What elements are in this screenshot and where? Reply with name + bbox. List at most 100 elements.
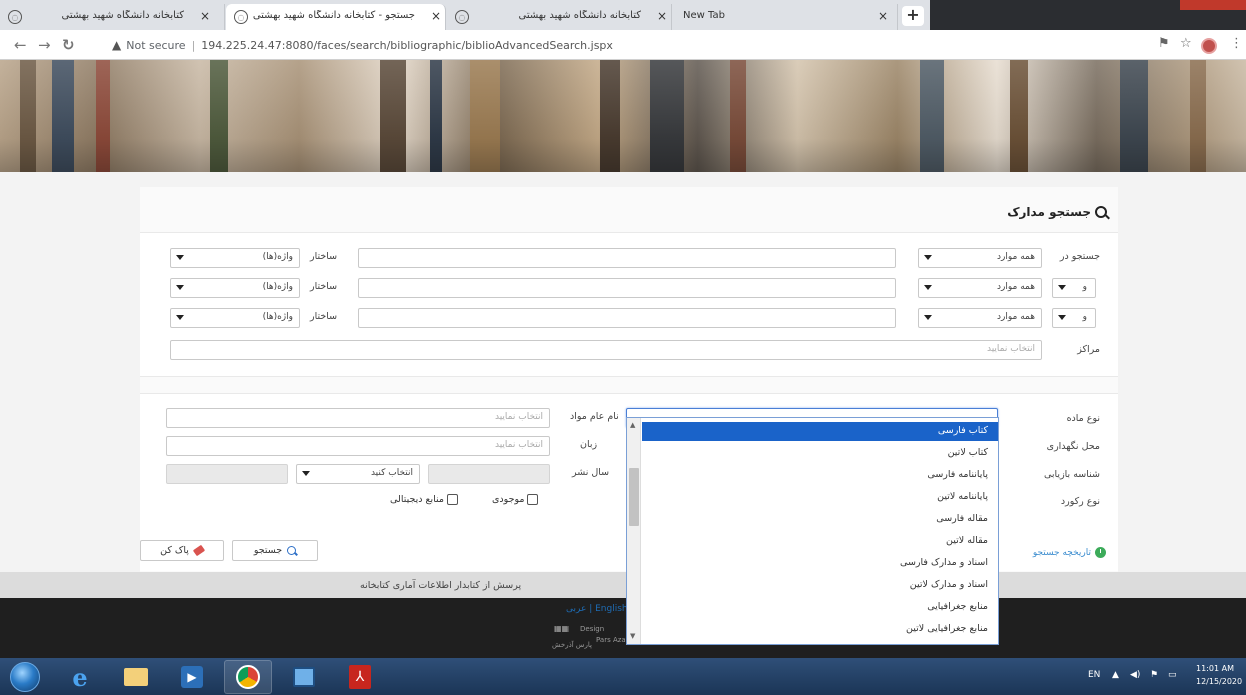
start-button[interactable] [10, 662, 40, 692]
tab-title: جستجو - کتابخانه دانشگاه شهید بهشتی [252, 10, 415, 21]
record-type-label: نوع رکورد [1060, 496, 1100, 507]
clock-time[interactable]: 11:01 AM [1196, 664, 1234, 673]
chrome-taskbar-icon[interactable] [224, 660, 272, 694]
design-credit: Design [580, 625, 605, 633]
dropdown-option[interactable]: اسناد و مدارک فارسی [642, 554, 998, 573]
language-input[interactable]: انتخاب نمایید [166, 436, 550, 456]
window-close-control[interactable] [1180, 0, 1246, 10]
screen-taskbar-icon[interactable] [280, 660, 328, 694]
dropdown-option[interactable]: مقاله لاتین [642, 532, 998, 551]
pub-year-select[interactable]: انتخاب کنید [296, 464, 420, 484]
scroll-up-icon[interactable]: ▲ [630, 421, 635, 429]
profile-avatar[interactable] [1201, 38, 1217, 54]
dropdown-option[interactable]: منابع جغرافیایی [642, 598, 998, 617]
browser-tab[interactable]: ◌ کتابخانه دانشگاه شهید بهشتی × [0, 4, 225, 30]
translate-icon[interactable]: ⚑ [1158, 36, 1170, 51]
back-arrow-icon[interactable]: ← [14, 36, 27, 54]
volume-icon[interactable]: ◀) [1130, 670, 1140, 680]
forward-arrow-icon[interactable]: → [38, 36, 51, 54]
dropdown-option[interactable]: پایاننامه لاتین [642, 488, 998, 507]
field-select[interactable]: همه موارد [918, 248, 1042, 268]
folder-icon [124, 668, 148, 686]
play-icon: ▶ [181, 666, 203, 688]
dropdown-option[interactable]: پایاننامه فارسی [642, 466, 998, 485]
menu-icon[interactable]: ⋮ [1230, 36, 1243, 51]
ie-taskbar-icon[interactable]: e [56, 660, 104, 694]
browser-tab-active[interactable]: ◌ جستجو - کتابخانه دانشگاه شهید بهشتی × [226, 4, 446, 30]
operator-select[interactable]: و [1052, 278, 1096, 298]
footer-links-bar: پرسش از کتابدار اطلاعات آماری کتابخانه [0, 572, 1246, 598]
material-type-label: نوع ماده [1066, 413, 1100, 424]
address-bar[interactable]: ▲ Not secure | 194.225.24.47:8080/faces/… [112, 35, 1152, 55]
checkbox-box[interactable] [447, 494, 459, 505]
scrollbar-thumb[interactable] [629, 468, 639, 526]
material-type-dropdown[interactable]: ▲ ▼ کتاب فارسی کتاب لاتین پایاننامه فارس… [626, 417, 999, 645]
dropdown-option[interactable]: مقاله فارسی [642, 510, 998, 529]
eraser-icon [192, 544, 206, 557]
dropdown-option[interactable]: منابع جغرافیایی لاتین [642, 620, 998, 639]
dropdown-scrollbar[interactable]: ▲ ▼ [627, 418, 641, 644]
available-checkbox[interactable]: موجودی [492, 494, 539, 505]
chevron-down-icon [924, 315, 932, 320]
structure-label: ساختار [310, 251, 338, 262]
clear-button[interactable]: پاک کن [140, 540, 224, 561]
structure-select[interactable]: واژه(ها) [170, 248, 300, 268]
general-material-label: نام عام مواد [570, 411, 619, 422]
general-material-input[interactable]: انتخاب نمایید [166, 408, 550, 428]
page-title: جستجو مدارک [1007, 205, 1107, 219]
acrobat-taskbar-icon[interactable]: ⅄ [336, 660, 384, 694]
structure-select[interactable]: واژه(ها) [170, 308, 300, 328]
browser-tab[interactable]: New Tab × [673, 4, 898, 30]
show-hidden-icons[interactable]: ▲ [1112, 670, 1119, 680]
chevron-down-icon [924, 255, 932, 260]
close-icon[interactable]: × [878, 9, 888, 23]
structure-select[interactable]: واژه(ها) [170, 278, 300, 298]
field-select[interactable]: همه موارد [918, 308, 1042, 328]
network-icon[interactable]: ▭ [1168, 670, 1177, 680]
browser-toolbar: ← → ↻ ▲ Not secure | 194.225.24.47:8080/… [0, 30, 1246, 60]
search-button[interactable]: جستجو [232, 540, 318, 561]
search-icon [287, 546, 297, 555]
close-icon[interactable]: × [200, 9, 210, 23]
language-indicator[interactable]: EN [1088, 670, 1100, 680]
dropdown-option[interactable]: کتاب لاتین [642, 444, 998, 463]
chevron-down-icon [302, 471, 310, 476]
footer-links[interactable]: پرسش از کتابدار اطلاعات آماری کتابخانه [360, 580, 521, 591]
scroll-down-icon[interactable]: ▼ [630, 632, 635, 640]
windows-taskbar: e ▶ ⅄ [0, 658, 1246, 695]
close-icon[interactable]: × [431, 9, 441, 23]
browser-tab[interactable]: ◌ کتابخانه دانشگاه شهید بهشتی × [447, 4, 672, 30]
operator-select[interactable]: و [1052, 308, 1096, 328]
flag-icon[interactable]: ⚑ [1150, 670, 1158, 680]
search-terms-panel: جستجو در همه موارد ساختار واژه(ها) و همه… [140, 232, 1118, 377]
digital-checkbox[interactable]: منابع دیجیتالی [390, 494, 459, 505]
language-links[interactable]: English | عربی [566, 604, 628, 614]
pub-year-from-input[interactable] [166, 464, 288, 484]
tab-title: کتابخانه دانشگاه شهید بهشتی [61, 10, 184, 21]
reload-icon[interactable]: ↻ [62, 36, 75, 54]
field-select[interactable]: همه موارد [918, 278, 1042, 298]
search-in-label: جستجو در [1059, 251, 1100, 262]
chevron-down-icon [1058, 315, 1066, 320]
company-logo-icon: ▦▦ [554, 624, 570, 633]
browser-tabstrip: ◌ کتابخانه دانشگاه شهید بهشتی × ◌ جستجو … [0, 0, 1246, 30]
dropdown-option[interactable]: اسناد و مدارک لاتین [642, 576, 998, 595]
pub-year-to-input[interactable] [428, 464, 550, 484]
media-taskbar-icon[interactable]: ▶ [168, 660, 216, 694]
dropdown-option[interactable]: کتاب فارسی [642, 422, 998, 441]
close-icon[interactable]: × [657, 9, 667, 23]
checkbox-box[interactable] [527, 494, 539, 505]
star-icon[interactable]: ☆ [1180, 36, 1192, 51]
search-history-link[interactable]: تاریخچه جستجو [1033, 547, 1106, 558]
search-icon [1095, 206, 1107, 218]
new-tab-button[interactable]: + [902, 6, 924, 26]
search-term-input[interactable] [358, 278, 896, 298]
centers-input[interactable]: انتخاب نمایید [170, 340, 1042, 360]
search-term-input[interactable] [358, 248, 896, 268]
globe-icon: ◌ [455, 10, 469, 24]
explorer-taskbar-icon[interactable] [112, 660, 160, 694]
clock-date[interactable]: 12/15/2020 [1196, 677, 1242, 686]
search-term-input[interactable] [358, 308, 896, 328]
globe-icon: ◌ [8, 10, 22, 24]
address-separator: | [191, 38, 196, 52]
